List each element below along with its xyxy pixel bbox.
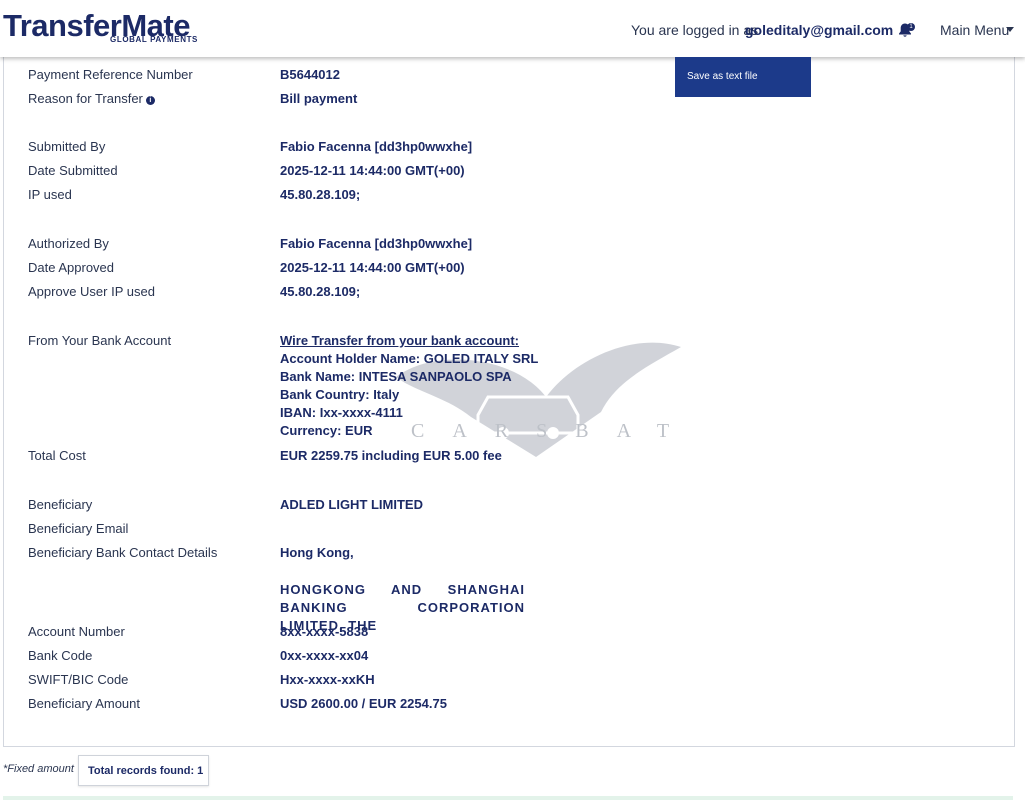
detail-label: Payment Reference Number [28,67,193,82]
detail-row: Date Submitted 2025-12-11 14:44:00 GMT(+… [4,163,1014,183]
detail-row: Beneficiary Bank Contact Details Hong Ko… [4,545,1014,565]
detail-value: 45.80.28.109; [280,187,361,202]
detail-row: SWIFT/BIC Code Hxx-xxxx-xxKH [4,672,1014,692]
top-header: TransferMate GLOBAL PAYMENTS You are log… [0,0,1025,57]
detail-label: Reason for Transfer i [28,91,155,106]
detail-value: Fabio Facenna [dd3hp0wwxhe] [280,139,473,154]
detail-value: Fabio Facenna [dd3hp0wwxhe] [280,236,473,251]
detail-value: ADLED LIGHT LIMITED [280,497,423,512]
detail-label: SWIFT/BIC Code [28,672,129,687]
main-menu-button[interactable]: Main Menu [940,22,1009,38]
detail-label: Submitted By [28,139,106,154]
detail-row: Beneficiary Email [4,521,1014,541]
detail-label: Beneficiary Email [28,521,129,536]
detail-row: Date Approved 2025-12-11 14:44:00 GMT(+0… [4,260,1014,280]
detail-value: 2025-12-11 14:44:00 GMT(+00) [280,260,465,275]
info-icon[interactable]: i [145,96,155,105]
detail-label: From Your Bank Account [28,333,172,348]
detail-value: USD 2600.00 / EUR 2254.75 [280,696,447,711]
detail-label: Bank Code [28,648,93,663]
chevron-down-icon[interactable] [1006,27,1014,32]
bank-account-details: Wire Transfer from your bank account: Ac… [280,333,539,438]
fixed-amount-note: *Fixed amount [3,763,74,775]
detail-value: B5644012 [280,67,340,82]
user-email[interactable]: goleditaly@gmail.com [745,22,893,38]
detail-value: EUR 2259.75 including EUR 5.00 fee [280,448,502,463]
detail-row: Beneficiary ADLED LIGHT LIMITED [4,497,1014,517]
detail-label: Beneficiary Bank Contact Details [28,545,218,560]
detail-value: 45.80.28.109; [280,284,361,299]
detail-row: Authorized By Fabio Facenna [dd3hp0wwxhe… [4,236,1014,256]
detail-row: Account Number 8xx-xxxx-5838 [4,624,1014,644]
logo-tagline: GLOBAL PAYMENTS [110,35,198,44]
save-as-text-file-link[interactable]: Save as text file [687,71,758,82]
notification-badge: 1 [907,23,915,31]
detail-label: Total Cost [28,448,86,463]
detail-label: Approve User IP used [28,284,155,299]
detail-label: Account Number [28,624,125,639]
detail-value: 0xx-xxxx-xx04 [280,648,369,663]
detail-value: Bill payment [280,91,358,106]
detail-row: Approve User IP used 45.80.28.109; [4,284,1014,304]
detail-row: Bank Code 0xx-xxxx-xx04 [4,648,1014,668]
detail-row: Submitted By Fabio Facenna [dd3hp0wwxhe] [4,139,1014,159]
detail-label: IP used [28,187,72,202]
login-status-text: You are logged in as [631,22,759,38]
payment-details-panel: CARSBAT Payment Reference Number B564401… [3,40,1015,747]
detail-row: Beneficiary Amount USD 2600.00 / EUR 225… [4,696,1014,716]
detail-value: 8xx-xxxx-5838 [280,624,369,639]
detail-row: Payment Reference Number B5644012 [4,67,1014,87]
detail-row: IP used 45.80.28.109; [4,187,1014,207]
detail-label: Authorized By [28,236,109,251]
total-records-box: Total records found: 1 [78,755,209,786]
detail-row: Total Cost EUR 2259.75 including EUR 5.0… [4,448,1014,468]
detail-value: 2025-12-11 14:44:00 GMT(+00) [280,163,465,178]
wire-transfer-title: Wire Transfer from your bank account: [280,333,519,348]
transfermate-logo[interactable]: TransferMate GLOBAL PAYMENTS [3,10,198,46]
detail-label: Date Approved [28,260,115,275]
detail-label: Beneficiary Amount [28,696,141,711]
export-dropdown: Save as text file [675,57,811,97]
total-records-text: Total records found: 1 [88,765,204,777]
detail-row: Reason for Transfer i Bill payment [4,91,1014,111]
detail-label: Beneficiary [28,497,93,512]
detail-label: Date Submitted [28,163,118,178]
bottom-bar [3,796,1013,800]
detail-value: Hong Kong, [280,545,354,560]
detail-value: Hxx-xxxx-xxKH [280,672,375,687]
